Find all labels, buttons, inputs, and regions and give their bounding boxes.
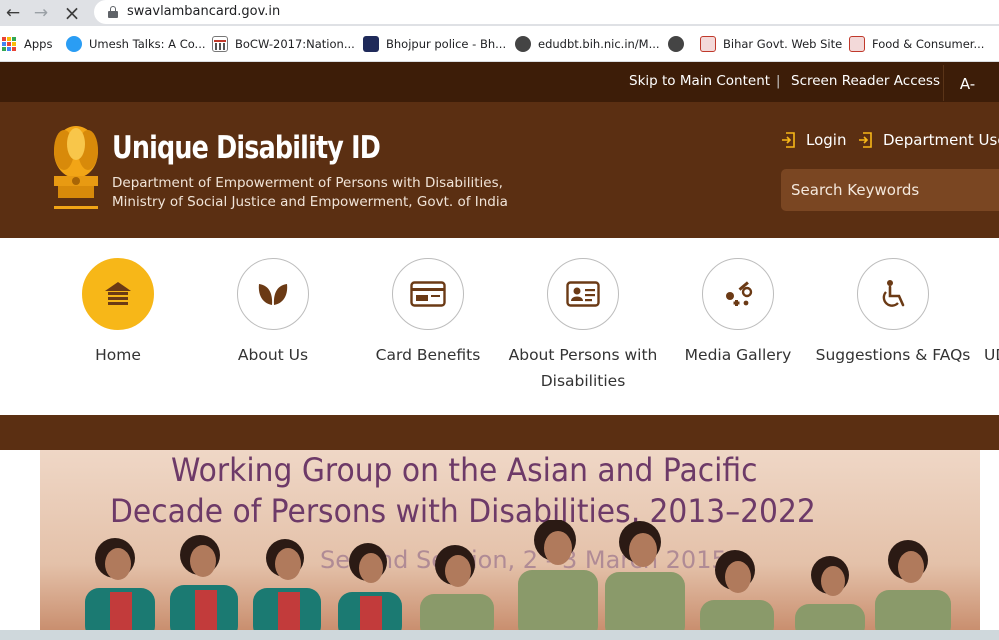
stop-loading-icon[interactable]: × [61,2,83,24]
bookmark-food-consumer[interactable]: Food & Consumer... [849,36,984,52]
id-card-icon [566,281,600,307]
site-header: Unique Disability ID Department of Empow… [0,102,999,238]
site-title[interactable]: Unique Disability ID [112,130,381,166]
lock-icon [108,6,118,18]
globe-icon [515,36,531,52]
skip-to-main-content-link[interactable]: Skip to Main Content [629,73,770,89]
nav-item-home[interactable]: Home [38,258,198,368]
screen-reader-access-link[interactable]: Screen Reader Access [791,73,940,89]
bookmark-apps[interactable]: Apps [2,36,52,52]
bottom-edge [0,630,999,640]
department-user-link[interactable]: Department User [858,131,999,149]
hero-banner-image[interactable]: Working Group on the Asian and Pacific D… [40,450,980,640]
login-link[interactable]: Login [781,131,846,149]
nav-item-about-us[interactable]: About Us [193,258,353,368]
national-emblem-icon[interactable] [46,122,106,218]
police-badge-icon [363,36,379,52]
bookmark-edudbt[interactable]: edudbt.bih.nic.in/M... [515,36,660,52]
nav-item-about-persons-with-disabilities[interactable]: About Persons with Disabilities [503,258,663,394]
media-icon [726,281,753,306]
font-decrease-button[interactable]: A- [943,65,991,101]
nav-divider-bar [0,415,999,450]
home-icon [105,282,131,305]
apps-grid-icon [2,37,16,51]
leaf-icon [258,284,288,305]
login-icon [859,132,872,148]
forward-icon[interactable]: → [30,2,52,24]
department-description: Department of Empowerment of Persons wit… [112,175,508,210]
globe-icon [668,36,684,52]
address-bar[interactable]: swavlambancard.gov.in [94,0,999,24]
back-icon[interactable]: ← [2,2,24,24]
separator: | [776,74,781,89]
browser-address-row: ← → × swavlambancard.gov.in [0,0,999,26]
bookmarks-bar: Apps Umesh Talks: A Co... BoCW-2017:Nati… [0,26,999,62]
login-icon [782,132,795,148]
chat-icon [66,36,82,52]
banner-heading-line1: Working Group on the Asian and Pacific [171,451,758,489]
bookmark-bihar-govt[interactable]: Bihar Govt. Web Site [700,36,842,52]
performers-photo [85,520,951,640]
card-icon [410,281,446,307]
search-input[interactable] [781,169,999,211]
bookmark-globe[interactable] [668,36,691,52]
accessibility-strip: Skip to Main Content | Screen Reader Acc… [0,62,999,102]
bookmark-bocw[interactable]: BoCW-2017:Nation... [212,36,355,52]
bookmark-bhojpur-police[interactable]: Bhojpur police - Bh... [363,36,506,52]
main-navigation: Home About Us Card Benefits About Person… [0,238,999,415]
url-text: swavlambancard.gov.in [127,4,281,19]
emblem-icon [849,36,865,52]
building-icon [212,36,228,52]
emblem-icon [700,36,716,52]
nav-item-media-gallery[interactable]: Media Gallery [658,258,818,368]
nav-item-card-benefits[interactable]: Card Benefits [348,258,508,368]
bookmark-umesh-talks[interactable]: Umesh Talks: A Co... [66,36,206,52]
nav-item-partial[interactable]: UD [900,258,999,368]
